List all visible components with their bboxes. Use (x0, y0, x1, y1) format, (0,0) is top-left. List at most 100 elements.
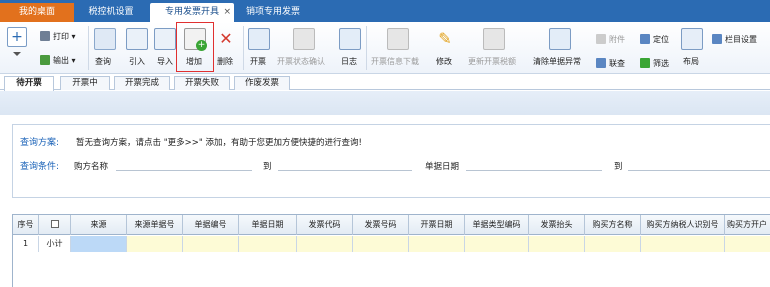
columns-icon (712, 34, 722, 44)
print-button[interactable]: 打印 ▾ (40, 30, 76, 44)
tab-my-desktop[interactable]: 我的桌面 (0, 3, 74, 22)
clear-exception-label: 清除单据异常 (533, 57, 581, 66)
divider (366, 26, 367, 70)
divider (243, 26, 244, 70)
invoice-grid: 序号 来源 来源单据号 单据编号 单据日期 发票代码 发票号码 开票日期 单据类… (12, 214, 770, 287)
row-cell[interactable] (127, 236, 183, 252)
doc-date-label: 单据日期 (425, 162, 460, 172)
col-source[interactable]: 来源 (71, 215, 127, 235)
select-all-checkbox[interactable] (50, 220, 59, 228)
doc-date-from-input[interactable] (466, 170, 602, 171)
to-label-2: 到 (614, 162, 623, 172)
filter-button[interactable]: 筛选 (640, 57, 669, 71)
update-issue-tax-label: 更新开票税额 (468, 57, 516, 66)
invoice-info-download-button[interactable] (370, 0, 426, 52)
clipboard-icon (483, 28, 505, 50)
tab-voided-invoice[interactable]: 作废发票 (234, 76, 290, 90)
grid-header: 序号 来源 来源单据号 单据编号 单据日期 发票代码 发票号码 开票日期 单据类… (13, 215, 770, 235)
print-label: 打印 (53, 32, 69, 41)
divider (88, 26, 89, 70)
row-cell[interactable] (297, 236, 353, 252)
modify-button[interactable]: ✎ (432, 0, 458, 52)
table-icon (126, 28, 148, 50)
clear-exception-button[interactable] (532, 0, 588, 52)
query-condition-label: 查询条件: (20, 162, 60, 172)
col-invoice-no[interactable]: 发票号码 (353, 215, 409, 235)
chevron-down-icon[interactable] (13, 52, 21, 56)
to-label-1: 到 (263, 162, 272, 172)
buyer-name-to-input[interactable] (278, 170, 412, 171)
layout-button[interactable] (680, 0, 704, 52)
col-issue-date[interactable]: 开票日期 (409, 215, 465, 235)
paperclip-icon (596, 34, 606, 44)
link-query-label: 联查 (609, 59, 625, 68)
locate-icon (640, 34, 650, 44)
col-select-all[interactable] (39, 215, 71, 235)
export-label: 输出 (53, 56, 69, 65)
header-band (0, 91, 770, 115)
row-seq: 1 (13, 236, 39, 252)
clipboard-icon (387, 28, 409, 50)
row-cell[interactable] (409, 236, 465, 252)
table-row[interactable]: 1 小计 (13, 236, 770, 252)
query-scheme-label: 查询方案: (20, 138, 60, 148)
column-settings-label: 栏目设置 (725, 35, 757, 44)
link-icon (596, 58, 606, 68)
export-button[interactable]: 输出 ▾ (40, 54, 76, 68)
row-cell[interactable] (465, 236, 529, 252)
tab-issuing[interactable]: 开票中 (60, 76, 110, 90)
tab-issue-complete[interactable]: 开票完成 (114, 76, 170, 90)
buyer-name-label: 购方名称 (74, 162, 109, 172)
link-query-button[interactable]: 联查 (596, 57, 625, 71)
col-buyer-bank[interactable]: 购买方开户 (725, 215, 770, 235)
filter-label: 筛选 (653, 59, 669, 68)
row-source-cell[interactable] (71, 236, 127, 252)
issue-button[interactable] (247, 0, 271, 52)
row-cell[interactable] (725, 236, 770, 252)
filter-icon (640, 58, 650, 68)
doc-date-to-input[interactable] (628, 170, 770, 171)
col-buyer-tax-id[interactable]: 购买方纳税人识别号 (641, 215, 725, 235)
col-doc-no[interactable]: 单据编号 (183, 215, 239, 235)
import2-button[interactable] (152, 0, 178, 52)
row-cell[interactable] (641, 236, 725, 252)
issue-status-confirm-button[interactable] (276, 0, 332, 52)
invoice-info-download-label: 开票信息下载 (371, 57, 419, 66)
import-button[interactable] (124, 0, 150, 52)
col-invoice-code[interactable]: 发票代码 (297, 215, 353, 235)
modify-label: 修改 (436, 57, 452, 66)
import-label: 引入 (129, 57, 145, 66)
tab-pending-issue[interactable]: 待开票 (4, 76, 54, 91)
invoice-issue-icon (248, 28, 270, 50)
locate-label: 定位 (653, 35, 669, 44)
col-seq[interactable]: 序号 (13, 215, 39, 235)
locate-button[interactable]: 定位 (640, 33, 669, 47)
delete-button[interactable]: ✕ (214, 0, 238, 52)
attachment-button[interactable]: 附件 (596, 33, 625, 47)
row-cell[interactable] (353, 236, 409, 252)
issue-label: 开票 (250, 57, 266, 66)
row-cell[interactable] (239, 236, 297, 252)
buyer-name-from-input[interactable] (116, 170, 252, 171)
row-cell[interactable] (585, 236, 641, 252)
col-invoice-title[interactable]: 发票抬头 (529, 215, 585, 235)
add-plus-icon[interactable]: + (7, 27, 27, 47)
column-settings-button[interactable]: 栏目设置 (712, 33, 757, 47)
delete-x-icon: ✕ (219, 29, 233, 48)
issue-status-confirm-label: 开票状态确认 (277, 57, 325, 66)
import2-label: 导入 (157, 57, 173, 66)
col-doc-date[interactable]: 单据日期 (239, 215, 297, 235)
layout-label: 布局 (683, 57, 699, 66)
col-doc-type-code[interactable]: 单据类型编码 (465, 215, 529, 235)
col-source-doc-no[interactable]: 来源单据号 (127, 215, 183, 235)
status-tabs: 待开票 开票中 开票完成 开票失败 作废发票 (0, 74, 770, 91)
query-button[interactable] (90, 0, 120, 52)
update-issue-tax-button[interactable] (466, 0, 522, 52)
log-button[interactable] (337, 0, 363, 52)
query-label: 查询 (95, 57, 111, 66)
col-buyer-name[interactable]: 购买方名称 (585, 215, 641, 235)
tab-issue-failed[interactable]: 开票失败 (174, 76, 230, 90)
clear-icon (549, 28, 571, 50)
row-cell[interactable] (529, 236, 585, 252)
row-cell[interactable] (183, 236, 239, 252)
